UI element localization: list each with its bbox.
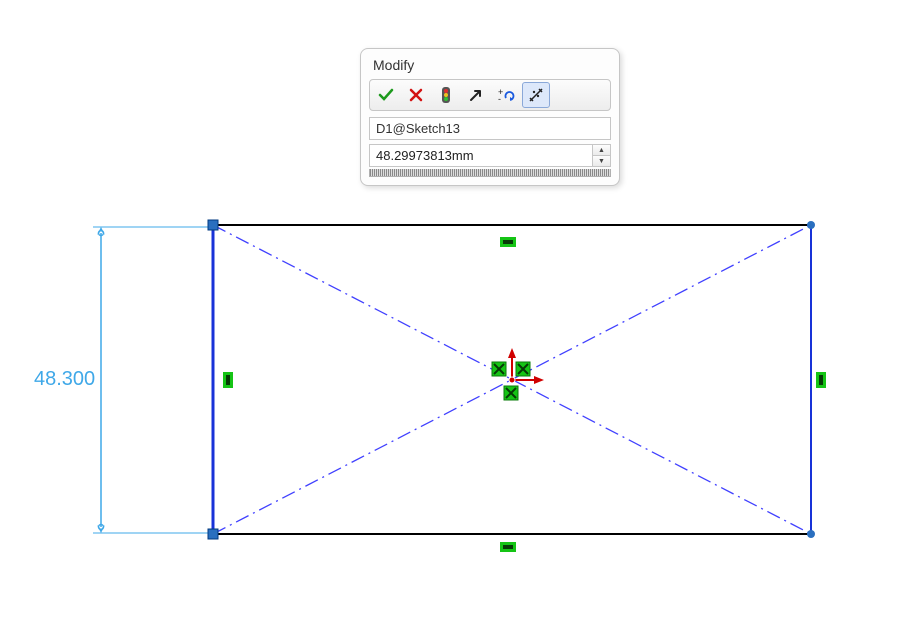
rebuild-button[interactable] <box>432 82 460 108</box>
sketch-point[interactable] <box>807 221 815 229</box>
mark-dimension-button[interactable] <box>522 82 550 108</box>
modify-toolbar: + - <box>369 79 611 111</box>
close-icon <box>409 88 423 102</box>
origin-point[interactable] <box>509 377 515 383</box>
reverse-direction-button[interactable] <box>462 82 490 108</box>
dimension-value-row: ▲ ▼ <box>369 144 611 167</box>
svg-text:-: - <box>498 94 501 103</box>
dialog-title: Modify <box>369 55 611 79</box>
modify-dialog: Modify + - <box>360 48 620 186</box>
dimension-value-input[interactable] <box>370 145 592 166</box>
dimension-name-field[interactable]: D1@Sketch13 <box>369 117 611 140</box>
dimension-mark-icon <box>528 87 544 103</box>
value-spinner: ▲ ▼ <box>592 145 610 166</box>
traffic-light-icon <box>439 86 453 104</box>
sketch-point[interactable] <box>807 530 815 538</box>
plus-minus-reset-icon: + - <box>497 87 515 103</box>
cancel-button[interactable] <box>402 82 430 108</box>
sketch-point[interactable] <box>208 220 218 230</box>
sketch-point[interactable] <box>208 529 218 539</box>
check-icon <box>378 87 394 103</box>
confirm-button[interactable] <box>372 82 400 108</box>
spin-down-button[interactable]: ▼ <box>593 156 610 166</box>
arrow-up-right-icon <box>468 87 484 103</box>
dimension-value-display[interactable]: 48.300 <box>34 368 95 391</box>
thumbwheel[interactable] <box>369 169 611 177</box>
reset-spin-button[interactable]: + - <box>492 82 520 108</box>
spin-up-button[interactable]: ▲ <box>593 145 610 156</box>
